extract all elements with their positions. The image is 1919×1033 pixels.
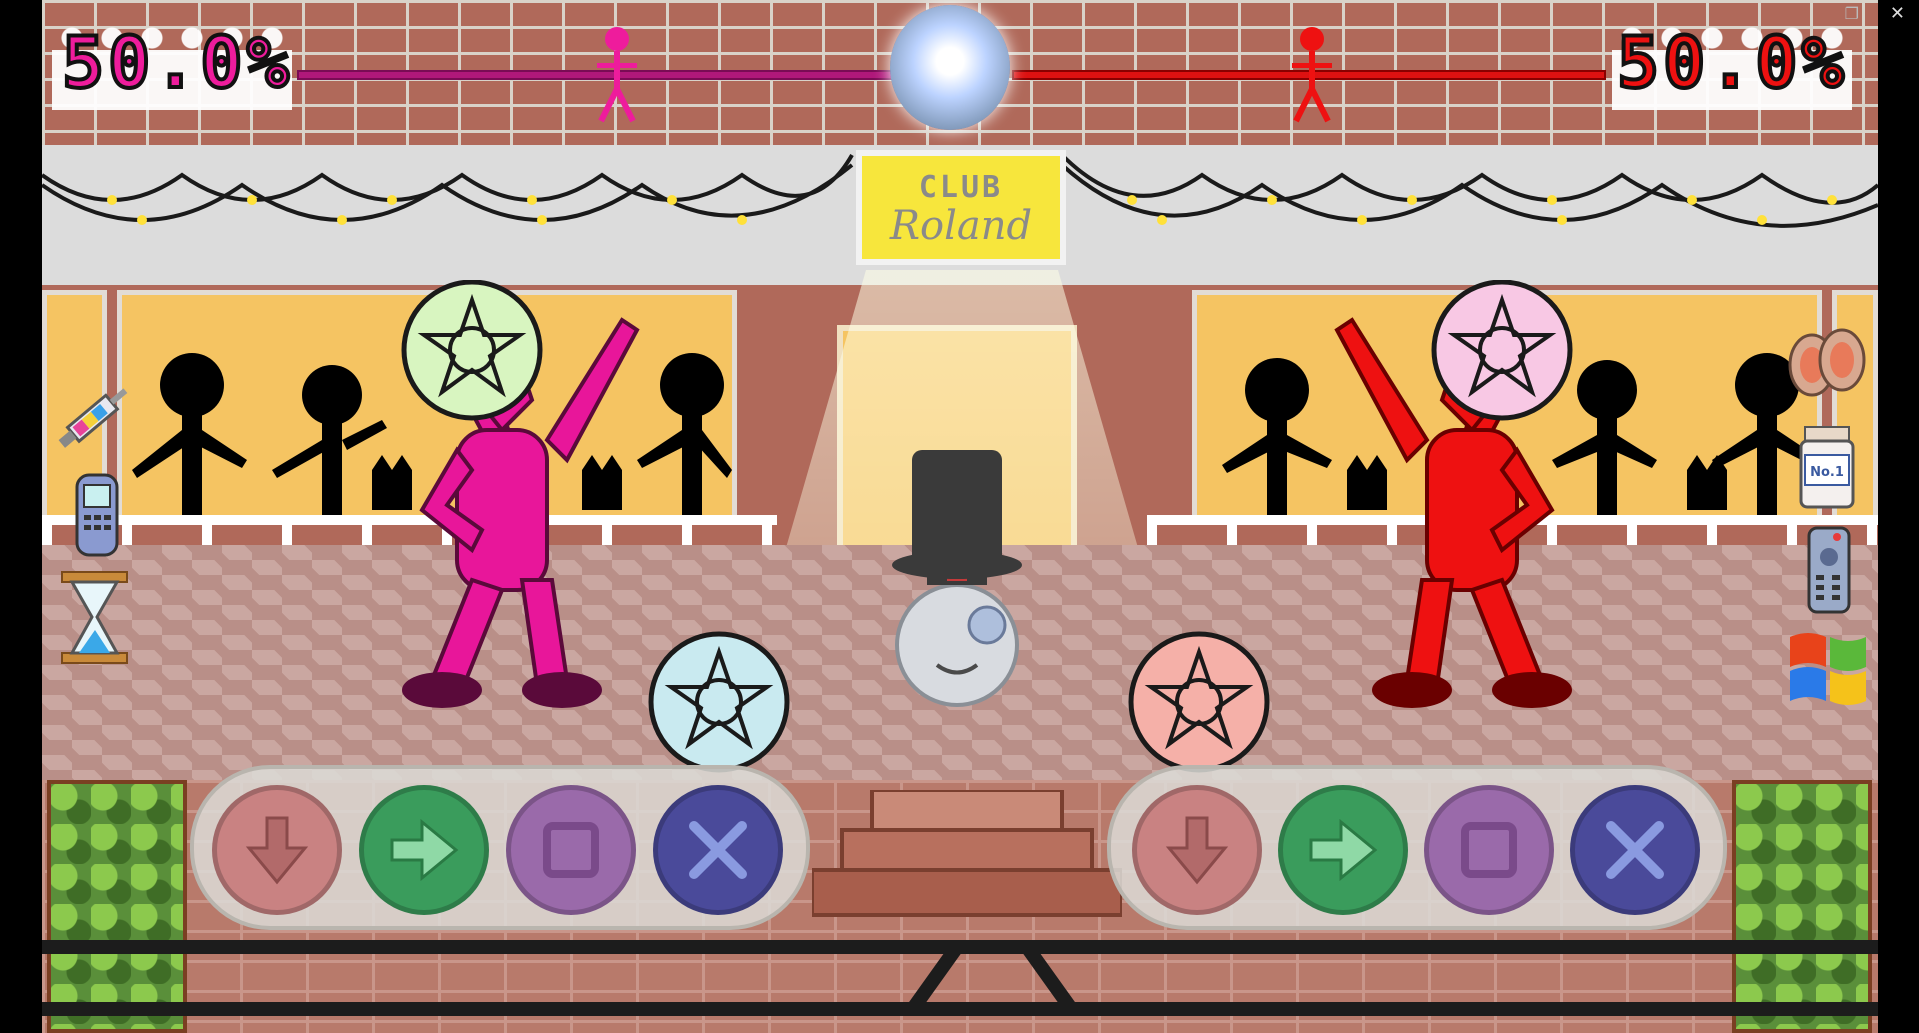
club-sign-line1: CLUB xyxy=(918,170,1004,205)
pill-jar-icon[interactable]: No.1 xyxy=(1797,425,1857,510)
left-cross-button[interactable] xyxy=(653,785,783,915)
right-square-button[interactable] xyxy=(1424,785,1554,915)
rail-joint-icon xyxy=(906,940,1078,1015)
cross-icon xyxy=(689,821,747,879)
left-down-arrow-button[interactable] xyxy=(212,785,342,915)
right-arrow-icon xyxy=(1309,818,1378,882)
club-sign: CLUB Roland xyxy=(856,150,1066,265)
remote-control-icon[interactable] xyxy=(1804,525,1854,615)
syringe-icon[interactable] xyxy=(47,370,142,465)
mobile-phone-icon[interactable] xyxy=(72,470,122,560)
down-arrow-icon xyxy=(245,816,309,885)
left-percent: 50.0% xyxy=(60,22,293,104)
right-down-arrow-button[interactable] xyxy=(1132,785,1262,915)
game-screen: 50.0% 50.0% CLUB Roland No.1 xyxy=(42,0,1878,1033)
windows-logo-icon[interactable] xyxy=(1782,625,1872,710)
left-square-button[interactable] xyxy=(506,785,636,915)
target-icon[interactable] xyxy=(1782,325,1872,410)
club-sign-line2: Roland xyxy=(889,203,1033,249)
blue-disc-icon xyxy=(648,631,790,773)
salmon-disc-icon xyxy=(1128,631,1270,773)
left-progress-marker-icon xyxy=(597,27,637,123)
right-progress-marker-icon xyxy=(1292,27,1332,123)
cross-icon xyxy=(1606,821,1664,879)
restore-window-button[interactable]: ❐ xyxy=(1845,4,1859,23)
pink-dancer-icon xyxy=(401,280,640,708)
snowman-host-icon xyxy=(892,450,1022,707)
right-right-arrow-button[interactable] xyxy=(1278,785,1408,915)
right-cross-button[interactable] xyxy=(1570,785,1700,915)
red-dancer-icon xyxy=(1334,280,1573,708)
pill-jar-label: No.1 xyxy=(1810,465,1844,480)
right-arrow-icon xyxy=(390,818,459,882)
right-hedge-icon xyxy=(1732,780,1872,1033)
square-icon xyxy=(543,822,599,878)
down-arrow-icon xyxy=(1165,816,1229,885)
square-icon xyxy=(1461,822,1517,878)
left-right-arrow-button[interactable] xyxy=(359,785,489,915)
stage-stairs-icon xyxy=(812,790,1122,917)
right-percent: 50.0% xyxy=(1615,22,1848,104)
hourglass-icon[interactable] xyxy=(57,570,132,665)
left-hedge-icon xyxy=(47,780,187,1033)
disco-ball-icon xyxy=(890,5,1010,130)
close-window-button[interactable]: ✕ xyxy=(1890,3,1905,24)
